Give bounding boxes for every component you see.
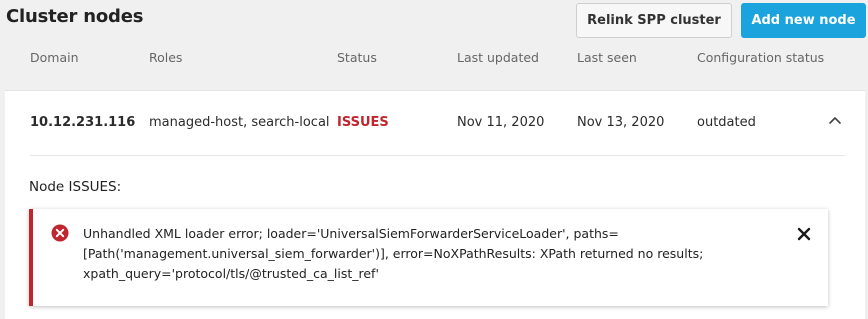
node-last-seen: Nov 13, 2020 — [577, 115, 665, 130]
node-card: 10.12.231.116 managed-host, search-local… — [5, 90, 865, 319]
error-message-line: xpath_query='protocol/tls/@trusted_ca_li… — [83, 266, 379, 281]
error-message: Unhandled XML loader error; loader='Univ… — [83, 224, 723, 284]
page-title: Cluster nodes — [6, 6, 144, 27]
node-domain: 10.12.231.116 — [30, 115, 136, 130]
chevron-up-icon[interactable] — [823, 109, 847, 133]
error-circle-icon — [51, 224, 69, 242]
relink-spp-cluster-button[interactable]: Relink SPP cluster — [576, 3, 732, 38]
row-divider — [30, 155, 845, 156]
error-message-line: [Path('management.universal_siem_forward… — [83, 246, 704, 261]
column-header-domain[interactable]: Domain — [30, 50, 79, 65]
column-header-status[interactable]: Status — [337, 50, 377, 65]
node-last-updated: Nov 11, 2020 — [457, 115, 545, 130]
node-issues-heading: Node ISSUES: — [29, 179, 122, 195]
column-header-roles[interactable]: Roles — [149, 50, 182, 65]
node-status: ISSUES — [337, 115, 389, 130]
column-header-last-seen[interactable]: Last seen — [577, 50, 637, 65]
error-message-line: Unhandled XML loader error; loader='Univ… — [83, 226, 619, 241]
add-new-node-button[interactable]: Add new node — [741, 3, 866, 38]
table-row[interactable]: 10.12.231.116 managed-host, search-local… — [5, 91, 865, 155]
error-alert: Unhandled XML loader error; loader='Univ… — [29, 209, 828, 306]
column-header-last-updated[interactable]: Last updated — [457, 50, 539, 65]
close-icon[interactable] — [797, 226, 811, 241]
node-configuration-status: outdated — [697, 115, 756, 130]
column-header-configuration-status[interactable]: Configuration status — [697, 50, 824, 65]
node-roles: managed-host, search-local — [149, 115, 330, 130]
table-header: Domain Roles Status Last updated Last se… — [0, 50, 868, 66]
